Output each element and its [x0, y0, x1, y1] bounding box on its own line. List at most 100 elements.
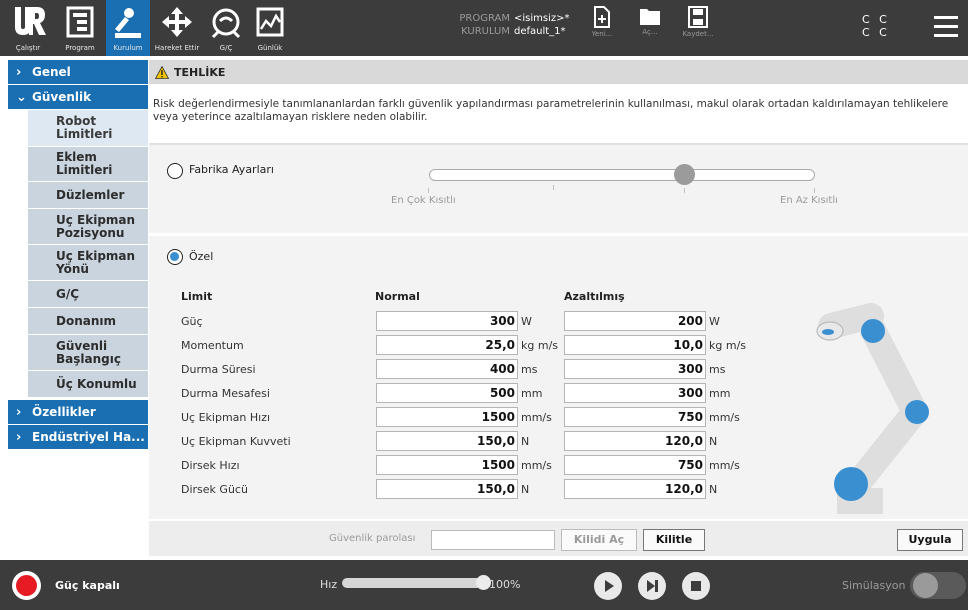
- reduced-value-field[interactable]: 10,0: [564, 335, 706, 355]
- custom-label: Özel: [189, 250, 214, 263]
- installation-key: KURULUM: [461, 26, 510, 37]
- custom-panel: Özel Limit Normal Azaltılmış Güç 300 W 2…: [149, 236, 968, 519]
- control-indicator-line2: C C: [862, 26, 890, 39]
- save-label: Kaydet...: [682, 30, 714, 38]
- log-icon: [256, 7, 284, 37]
- normal-value-field[interactable]: 150,0: [376, 431, 518, 451]
- reduced-value-field[interactable]: 750: [564, 407, 706, 427]
- sidebar-item-safety[interactable]: ⌄ Güvenlik: [8, 85, 148, 109]
- sidebar-item-tool-direction[interactable]: Uç Ekipman Yönü: [28, 245, 148, 281]
- sidebar-item-robot-limits[interactable]: Robot Limitleri: [28, 110, 148, 147]
- limit-name: Dirsek Hızı: [181, 459, 240, 472]
- sidebar-item-label: Genel: [32, 65, 71, 79]
- stop-button[interactable]: [682, 572, 710, 600]
- power-status-label: Güç kapalı: [55, 579, 120, 592]
- sidebar-item-label: Güvenli Başlangıç: [56, 338, 121, 366]
- slider-tick: [814, 188, 815, 193]
- normal-unit: mm: [521, 387, 543, 400]
- program-icon: [66, 6, 94, 38]
- sidebar-item-label: Uç Ekipman Pozisyonu: [56, 212, 136, 240]
- least-restricted-label: En Az Kısıtlı: [780, 195, 838, 206]
- unlock-button[interactable]: Kilidi Aç: [561, 529, 637, 551]
- normal-value-field[interactable]: 25,0: [376, 335, 518, 355]
- limit-name: Durma Süresi: [181, 363, 256, 376]
- speed-value: 100%: [489, 578, 521, 591]
- normal-value-field[interactable]: 1500: [376, 455, 518, 475]
- reduced-unit: mm: [709, 387, 731, 400]
- chevron-down-icon: ⌄: [16, 89, 27, 105]
- sidebar-item-label: Üç Konumlu: [56, 376, 137, 391]
- save-button[interactable]: Kaydet...: [678, 6, 718, 54]
- reduced-value-field[interactable]: 300: [564, 359, 706, 379]
- sidebar-item-general[interactable]: › Genel: [8, 60, 148, 84]
- sidebar-item-label: Donanım: [56, 313, 117, 328]
- log-tab[interactable]: Günlük: [250, 0, 290, 56]
- normal-value-field[interactable]: 500: [376, 383, 518, 403]
- reduced-value-field[interactable]: 200: [564, 311, 706, 331]
- normal-value-field[interactable]: 300: [376, 311, 518, 331]
- normal-value-field[interactable]: 150,0: [376, 479, 518, 499]
- restriction-slider-knob[interactable]: [674, 164, 695, 185]
- chevron-right-icon: ›: [16, 404, 22, 420]
- move-tab[interactable]: Hareket Ettir: [152, 0, 202, 56]
- sidebar-item-tool-position[interactable]: Uç Ekipman Pozisyonu: [28, 209, 148, 245]
- normal-unit: kg m/s: [521, 339, 559, 352]
- slider-tick: [428, 188, 429, 193]
- slider-tick: [553, 185, 554, 190]
- new-button[interactable]: Yeni...: [582, 6, 622, 54]
- reduced-unit: ms: [709, 363, 726, 376]
- factory-presets-radio[interactable]: [167, 163, 183, 179]
- power-button-icon[interactable]: [12, 571, 41, 600]
- main-content: TEHLİKE Risk değerlendirmesiyle tanımlan…: [149, 60, 968, 560]
- sidebar-item-industrial[interactable]: › Endüstriyel Ha...: [8, 425, 148, 449]
- run-tab[interactable]: Çalıştır: [2, 0, 54, 56]
- play-button[interactable]: [594, 572, 622, 600]
- program-tab[interactable]: Program: [56, 0, 104, 56]
- step-button[interactable]: [638, 572, 666, 600]
- normal-unit: W: [521, 315, 532, 328]
- hamburger-menu-icon[interactable]: [934, 16, 958, 38]
- sidebar-item-planes[interactable]: Düzlemler: [28, 182, 148, 209]
- restriction-slider[interactable]: [429, 169, 815, 181]
- installation-tab[interactable]: Kurulum: [106, 0, 150, 56]
- sidebar-item-hardware[interactable]: Donanım: [28, 308, 148, 335]
- installation-tab-label: Kurulum: [113, 44, 143, 52]
- reduced-value-field[interactable]: 120,0: [564, 431, 706, 451]
- sidebar-item-three-position[interactable]: Üç Konumlu: [28, 371, 148, 398]
- normal-value-field[interactable]: 1500: [376, 407, 518, 427]
- program-name: <isimsiz>*: [514, 13, 570, 24]
- folder-icon: [640, 9, 660, 25]
- column-header-normal: Normal: [375, 290, 420, 303]
- limit-name: Güç: [181, 315, 203, 328]
- speed-slider[interactable]: [342, 578, 482, 588]
- normal-unit: ms: [521, 363, 538, 376]
- reduced-unit: mm/s: [709, 459, 740, 472]
- stop-icon: [691, 581, 701, 591]
- simulation-label: Simülasyon: [842, 579, 906, 592]
- sidebar-item-joint-limits[interactable]: Eklem Limitleri: [28, 147, 148, 182]
- chevron-right-icon: ›: [16, 429, 22, 445]
- open-button[interactable]: Aç...: [630, 6, 670, 54]
- apply-button[interactable]: Uygula: [897, 529, 963, 551]
- limit-name: Uç Ekipman Kuvveti: [181, 435, 291, 448]
- lock-button[interactable]: Kilitle: [643, 529, 705, 551]
- password-input[interactable]: [431, 530, 555, 550]
- run-tab-label: Çalıştır: [15, 44, 41, 52]
- sidebar-item-label: Uç Ekipman Yönü: [56, 248, 136, 276]
- normal-unit: N: [521, 483, 530, 496]
- status-bar: Güç kapalı Hız 100% Simülasyon: [0, 560, 968, 610]
- simulation-toggle[interactable]: [910, 572, 966, 599]
- sidebar-item-features[interactable]: › Özellikler: [8, 400, 148, 424]
- normal-value-field[interactable]: 400: [376, 359, 518, 379]
- io-tab[interactable]: G/Ç: [206, 0, 246, 56]
- sidebar-item-io[interactable]: G/Ç: [28, 281, 148, 308]
- reduced-value-field[interactable]: 120,0: [564, 479, 706, 499]
- reduced-value-field[interactable]: 750: [564, 455, 706, 475]
- normal-unit: mm/s: [521, 459, 552, 472]
- sidebar-item-safe-home[interactable]: Güvenli Başlangıç: [28, 335, 148, 371]
- reduced-value-field[interactable]: 300: [564, 383, 706, 403]
- program-info: PROGRAM <isimsiz>* KURULUM default_1*: [452, 12, 570, 38]
- custom-radio[interactable]: [167, 249, 183, 265]
- new-file-icon: [594, 6, 610, 28]
- normal-unit: mm/s: [521, 411, 552, 424]
